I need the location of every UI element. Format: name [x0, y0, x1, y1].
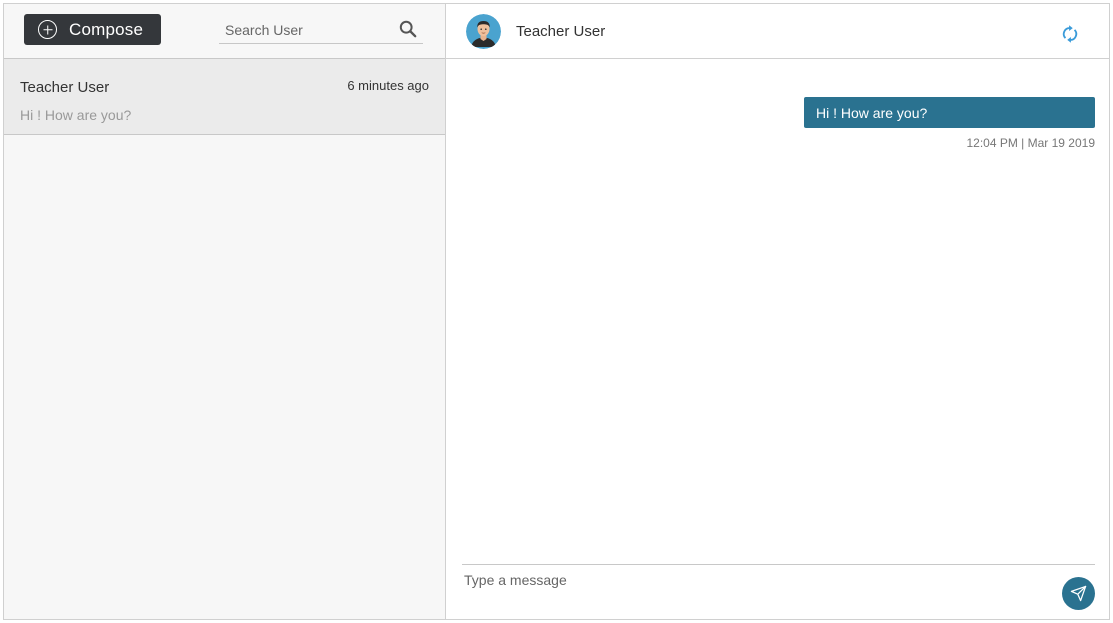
compose-button[interactable]: Compose	[24, 14, 161, 45]
conversation-time: 6 minutes ago	[347, 78, 429, 93]
search-icon[interactable]	[399, 20, 417, 38]
chat-header: Teacher User	[446, 4, 1109, 59]
search-box	[219, 16, 423, 44]
sidebar-header: Compose	[4, 4, 445, 59]
chat-panel: Teacher User Hi ! How are you? 12:04 PM …	[446, 4, 1109, 619]
send-icon	[1070, 585, 1087, 602]
conversation-preview: Hi ! How are you?	[20, 107, 132, 123]
plus-circle-icon	[38, 20, 57, 39]
outgoing-message-bubble: Hi ! How are you?	[804, 97, 1095, 128]
send-button[interactable]	[1062, 577, 1095, 610]
conversation-sidebar: Compose Teacher User 6 minutes ago Hi ! …	[4, 4, 446, 619]
search-input[interactable]	[219, 16, 389, 43]
message-composer	[462, 564, 1095, 619]
conversation-item[interactable]: Teacher User 6 minutes ago Hi ! How are …	[4, 59, 445, 135]
conversation-name: Teacher User	[20, 79, 110, 96]
chat-title: Teacher User	[516, 23, 606, 40]
refresh-icon[interactable]	[1059, 23, 1081, 45]
compose-label: Compose	[69, 19, 144, 39]
message-input[interactable]	[462, 569, 1032, 591]
message-timestamp: 12:04 PM | Mar 19 2019	[966, 136, 1095, 150]
user-avatar-icon	[466, 14, 501, 49]
messaging-app: Compose Teacher User 6 minutes ago Hi ! …	[3, 3, 1110, 620]
